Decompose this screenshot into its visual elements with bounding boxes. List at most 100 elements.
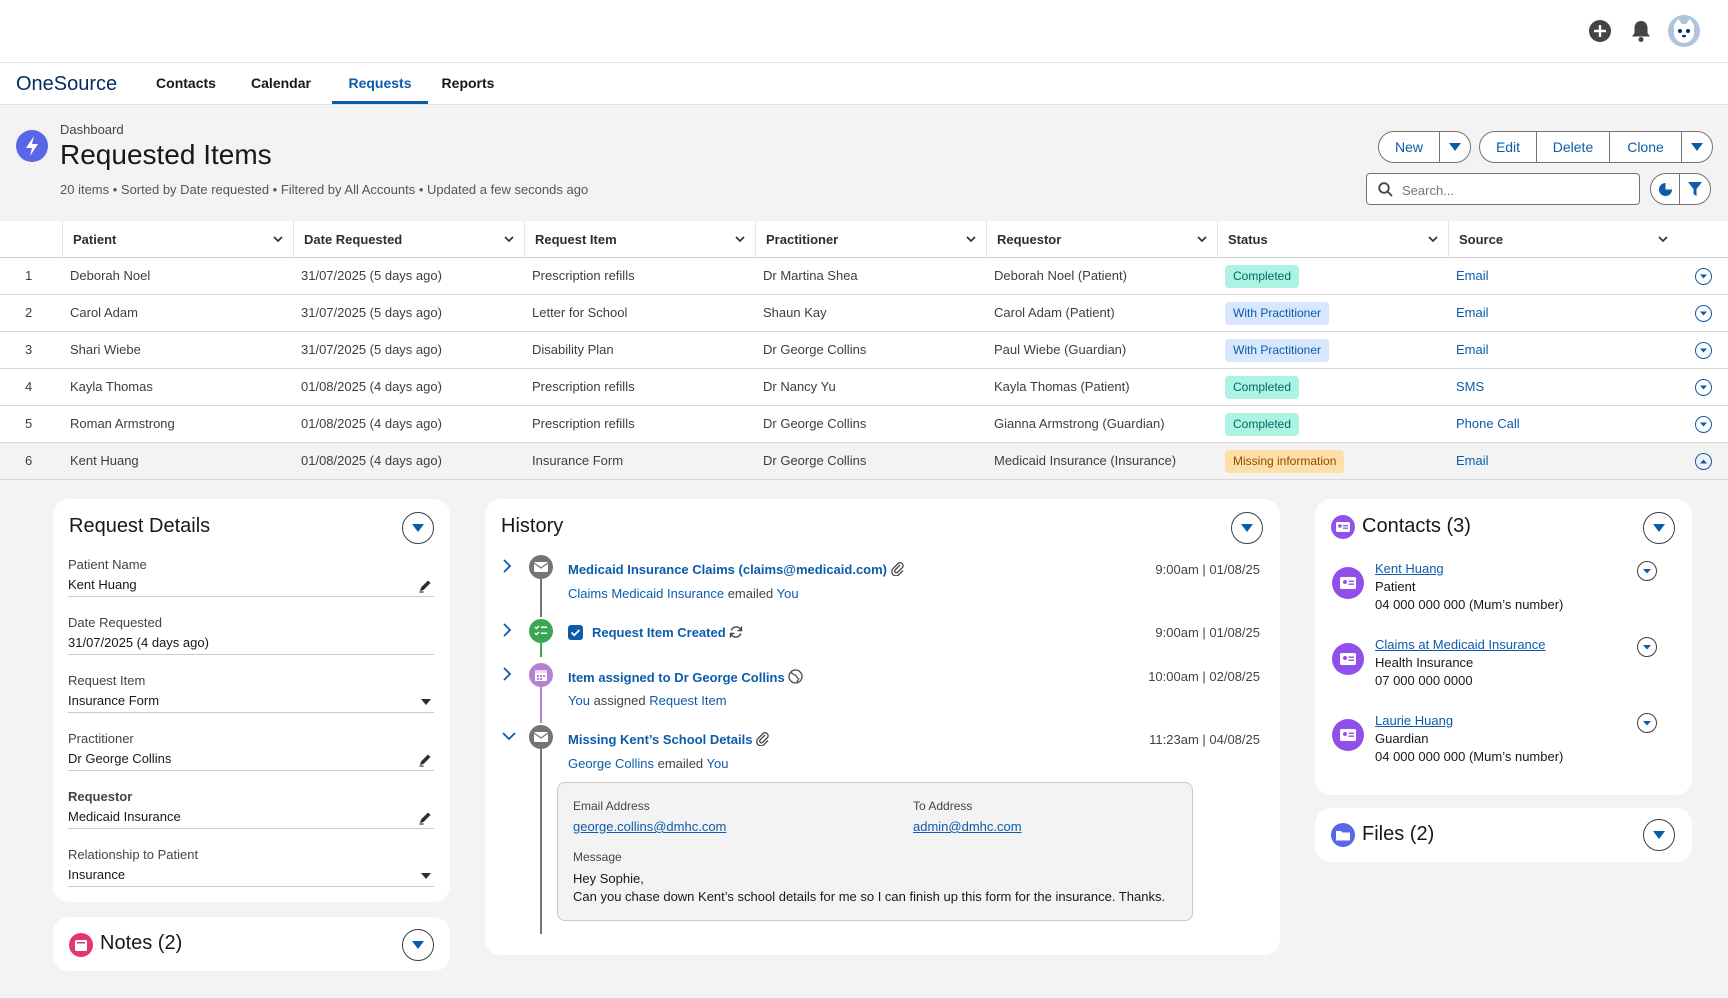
app-name: OneSource (16, 73, 118, 95)
actor-link[interactable]: Claims Medicaid Insurance (568, 586, 724, 601)
add-icon[interactable] (1589, 20, 1611, 42)
new-button[interactable]: New (1378, 131, 1440, 163)
source-link[interactable]: Email (1456, 295, 1489, 331)
contact-name-link[interactable]: Laurie Huang (1375, 713, 1453, 728)
field-value[interactable]: Insurance Form (68, 691, 434, 713)
search-box[interactable] (1366, 173, 1640, 205)
dropdown-icon[interactable] (420, 698, 432, 707)
contact-name-link[interactable]: Claims at Medicaid Insurance (1375, 637, 1546, 652)
to-address-link[interactable]: admin@dmhc.com (913, 819, 1022, 834)
dropdown-icon[interactable] (420, 872, 432, 881)
search-input[interactable] (1402, 180, 1632, 200)
row-action-button[interactable] (1695, 305, 1712, 322)
tab-reports[interactable]: Reports (432, 63, 504, 104)
actor-link[interactable]: George Collins (568, 756, 654, 771)
field-value[interactable]: Insurance (68, 865, 434, 887)
requestor-cell: Deborah Noel (Patient) (994, 268, 1127, 283)
table-row[interactable]: 5 Roman Armstrong 01/08/2025 (4 days ago) P… (0, 406, 1728, 443)
requestor-cell: Gianna Armstrong (Guardian) (994, 416, 1165, 431)
source-link[interactable]: SMS (1456, 369, 1484, 405)
row-action-button[interactable] (1695, 453, 1712, 470)
history-item-title[interactable]: Missing Kent’s School Details (568, 732, 770, 747)
card-menu-button[interactable] (1643, 819, 1675, 851)
target-link[interactable]: You (707, 756, 729, 771)
chart-button[interactable] (1650, 173, 1680, 205)
tab-requests[interactable]: Requests (332, 63, 428, 104)
history-item-title[interactable]: Medicaid Insurance Claims (claims@medica… (568, 562, 905, 577)
more-actions-button[interactable] (1681, 131, 1713, 163)
nav-bar: OneSource Contacts Calendar Requests Rep… (0, 63, 1728, 105)
row-action-button[interactable] (1695, 416, 1712, 433)
delete-button[interactable]: Delete (1536, 131, 1610, 163)
card-menu-button[interactable] (402, 929, 434, 961)
chevron-right-icon[interactable] (502, 623, 512, 637)
clone-button[interactable]: Clone (1609, 131, 1682, 163)
chevron-down-icon[interactable] (502, 731, 516, 741)
card-menu-button[interactable] (1643, 512, 1675, 544)
column-header-date[interactable]: Date Requested (293, 221, 524, 258)
verb: assigned (593, 693, 646, 708)
card-menu-button[interactable] (1231, 512, 1263, 544)
table-row[interactable]: 4 Kayla Thomas 01/08/2025 (4 days ago) Pres… (0, 369, 1728, 406)
contact-menu-button[interactable] (1637, 713, 1657, 733)
column-header-source[interactable]: Source (1448, 221, 1678, 258)
source-link[interactable]: Email (1456, 443, 1489, 479)
status-badge: Completed (1225, 265, 1300, 288)
contact-phone: 07 000 000 0000 (1375, 673, 1473, 688)
email-icon (529, 725, 553, 749)
source-link[interactable]: Email (1456, 332, 1489, 368)
field-value[interactable]: Medicaid Insurance (68, 807, 434, 829)
from-address-link[interactable]: george.collins@dmhc.com (573, 819, 726, 834)
table-row[interactable]: 3 Shari Wiebe 31/07/2025 (5 days ago) Disab… (0, 332, 1728, 369)
source-link[interactable]: Phone Call (1456, 406, 1520, 442)
chevron-down-icon (1643, 569, 1651, 574)
column-label: Requestor (997, 232, 1062, 247)
date-cell: 01/08/2025 (4 days ago) (301, 453, 442, 468)
column-header-patient[interactable]: Patient (62, 221, 293, 258)
contact-name-link[interactable]: Kent Huang (1375, 561, 1444, 576)
history-item-title[interactable]: Request Item Created (592, 625, 743, 640)
edit-button[interactable]: Edit (1479, 131, 1537, 163)
target-link[interactable]: Request Item (649, 693, 726, 708)
table-row[interactable]: 6 Kent Huang 01/08/2025 (4 days ago) Insura… (0, 443, 1728, 480)
chevron-right-icon[interactable] (502, 559, 512, 573)
field-value[interactable]: Kent Huang (68, 575, 434, 597)
target-link[interactable]: You (777, 586, 799, 601)
table-row[interactable]: 1 Deborah Noel 31/07/2025 (5 days ago) Pres… (0, 258, 1728, 295)
completed-checkbox[interactable] (568, 625, 583, 640)
filter-button[interactable] (1679, 173, 1711, 205)
contact-menu-button[interactable] (1637, 561, 1657, 581)
pencil-icon[interactable] (418, 811, 432, 825)
tab-contacts[interactable]: Contacts (140, 63, 232, 104)
row-action-button[interactable] (1695, 379, 1712, 396)
card-menu-button[interactable] (402, 512, 434, 544)
item-cell: Disability Plan (532, 342, 614, 357)
source-link[interactable]: Email (1456, 258, 1489, 294)
chevron-down-icon (1700, 274, 1707, 279)
card-title: History (501, 515, 564, 537)
new-menu-button[interactable] (1439, 131, 1471, 163)
breadcrumb[interactable]: Dashboard (60, 122, 124, 137)
column-header-practitioner[interactable]: Practitioner (755, 221, 986, 258)
column-header-requestor[interactable]: Requestor (986, 221, 1217, 258)
history-item-title[interactable]: Item assigned to Dr George Collins (568, 669, 803, 685)
actor-link[interactable]: You (568, 693, 590, 708)
pencil-icon[interactable] (418, 753, 432, 767)
row-action-button[interactable] (1695, 268, 1712, 285)
column-label: Practitioner (766, 232, 839, 247)
field-value[interactable]: 31/07/2025 (4 days ago) (68, 633, 434, 655)
pencil-icon[interactable] (418, 579, 432, 593)
avatar[interactable] (1668, 15, 1700, 47)
contact-menu-button[interactable] (1637, 637, 1657, 657)
history-item-time: 11:23am | 04/08/25 (1149, 732, 1260, 747)
task-icon (529, 619, 553, 643)
tab-calendar[interactable]: Calendar (238, 63, 324, 104)
bell-icon[interactable] (1630, 19, 1652, 43)
field-value[interactable]: Dr George Collins (68, 749, 434, 771)
contact-avatar-icon (1332, 567, 1364, 599)
row-action-button[interactable] (1695, 342, 1712, 359)
table-row[interactable]: 2 Carol Adam 31/07/2025 (5 days ago) Letter… (0, 295, 1728, 332)
column-header-status[interactable]: Status (1217, 221, 1448, 258)
chevron-right-icon[interactable] (502, 667, 512, 681)
column-header-item[interactable]: Request Item (524, 221, 755, 258)
